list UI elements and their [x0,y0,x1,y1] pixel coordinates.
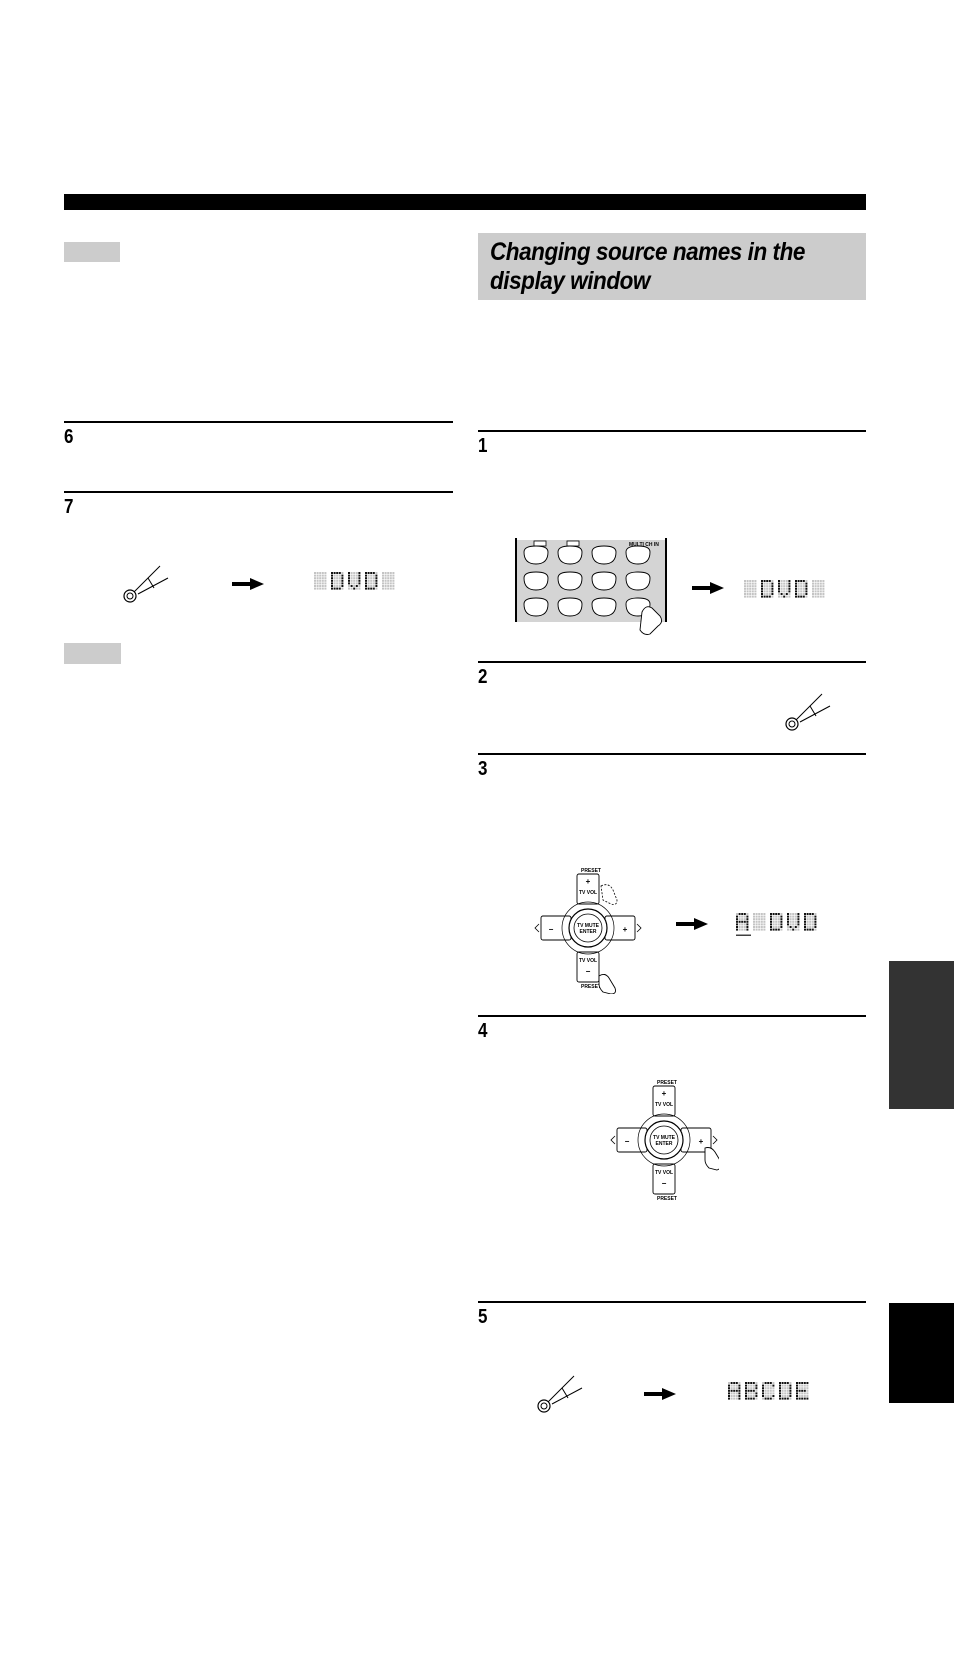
right-plus-label: + [699,1137,704,1146]
language-tab [889,1303,954,1403]
step-divider [64,491,453,493]
section-heading: Changing source names in the display win… [490,238,805,295]
step-number: 6 [64,426,74,448]
header-bar [64,194,866,210]
section-heading-box: Changing source names in the display win… [478,233,866,300]
display-character [761,580,774,598]
tv-vol-up-label: TV VOL [655,1102,673,1108]
remote-input-buttons-illustration: MULTI CH IN [515,538,667,635]
step-divider [64,421,453,423]
step-divider [478,753,866,755]
preset-down-label: PRESET [581,984,601,990]
arrow-right-icon [232,578,264,590]
display-window [728,1382,815,1411]
step-number: 2 [478,666,488,688]
pen-press-icon [537,1375,583,1413]
display-character [804,913,817,931]
left-minus-label: − [625,1137,630,1146]
display-character [779,1382,792,1400]
display-character [795,580,808,598]
minus-label: − [662,1179,667,1188]
display-character [812,580,825,598]
step-number: 5 [478,1306,488,1328]
enter-label: ENTER [656,1141,673,1147]
arrow-right-icon [676,918,708,930]
step-divider [478,1015,866,1017]
chevron-right-icon [712,1135,718,1145]
preset-down-label: PRESET [657,1196,677,1202]
step-number: 7 [64,496,74,518]
chevron-left-icon [534,923,540,933]
step-number: 1 [478,435,488,457]
cursor-pad-illustration: TV MUTEENTERPRESET+TV VOLTV VOL−PRESET− + [534,868,642,994]
display-character [314,572,327,590]
display-character [762,1382,775,1400]
display-character [736,913,749,931]
display-character [348,572,361,590]
display-character [382,572,395,590]
finger-motion-icon [600,884,618,905]
display-character [796,1382,809,1400]
chapter-tab [889,961,954,1109]
step-divider [478,430,866,432]
right-plus-label: + [623,925,628,934]
remote-input-button [591,545,617,565]
left-minus-label: − [549,925,554,934]
left-button [616,1127,648,1153]
pen-press-icon [785,693,831,731]
remote-input-button [523,597,549,617]
display-window [314,572,401,601]
arrow-right-icon [644,1388,676,1400]
arrow-right-icon [692,582,724,594]
remote-input-button [557,597,583,617]
left-button [540,915,572,941]
minus-label: − [586,967,591,976]
remote-input-button [523,571,549,591]
remote-input-button [625,545,651,565]
plus-label: + [662,1089,667,1098]
tv-vol-up-label: TV VOL [579,890,597,896]
finger-press-icon [704,1147,719,1171]
remote-input-button [591,571,617,591]
display-character [787,913,800,931]
display-character [365,572,378,590]
display-character [778,580,791,598]
tv-vol-down-label: TV VOL [655,1170,673,1176]
remote-input-button [557,545,583,565]
chevron-right-icon [636,923,642,933]
display-character [753,913,766,931]
remote-input-button [523,545,549,565]
display-character [728,1382,741,1400]
remote-input-button [625,571,651,591]
plus-label: + [586,877,591,886]
preset-up-label: PRESET [657,1080,677,1086]
remote-input-button [557,571,583,591]
enter-label: ENTER [580,929,597,935]
step-divider [478,1301,866,1303]
chevron-left-icon [610,1135,616,1145]
step-number: 3 [478,758,488,780]
display-character [745,1382,758,1400]
note-label-box [64,643,121,664]
tv-vol-down-label: TV VOL [579,958,597,964]
display-character [744,580,757,598]
step-number: 4 [478,1020,488,1042]
display-window [744,580,831,609]
pen-press-icon [123,565,169,603]
finger-press-icon [598,973,616,994]
display-character [331,572,344,590]
display-window [734,913,823,942]
cursor-pad-illustration: TV MUTEENTERPRESET+TV VOLTV VOL−PRESET− + [610,1080,719,1202]
display-character [770,913,783,931]
right-button [604,915,636,941]
remote-input-button [591,597,617,617]
note-label-box [64,242,120,262]
step-divider [478,661,866,663]
preset-up-label: PRESET [581,868,601,874]
